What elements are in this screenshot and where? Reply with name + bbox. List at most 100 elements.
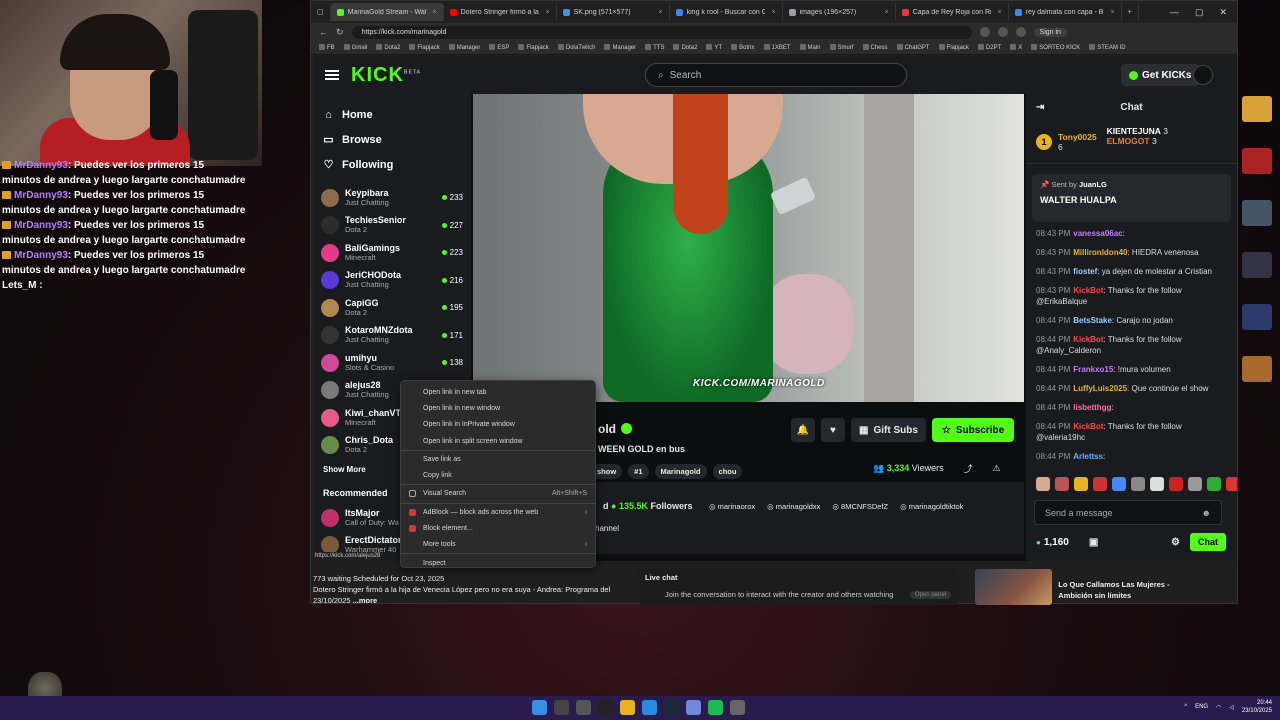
bookmark-item[interactable]: SORTEO KICK: [1031, 44, 1080, 51]
bookmark-item[interactable]: Flapjack: [409, 44, 439, 51]
gift-icon[interactable]: ▣: [1089, 537, 1098, 548]
streamer-name[interactable]: old: [598, 422, 632, 436]
follow-heart-button[interactable]: ♥: [821, 418, 845, 442]
close-tab-icon[interactable]: ×: [998, 9, 1002, 16]
chat-username[interactable]: KickBot: [1073, 422, 1103, 431]
context-menu-item[interactable]: Open link in InPrivate window: [401, 417, 595, 433]
wifi-icon[interactable]: ◠: [1216, 704, 1221, 711]
browser-tab[interactable]: images (196×257) ×: [783, 3, 896, 21]
collapse-chat-icon[interactable]: ⇥: [1036, 102, 1044, 113]
context-menu-item[interactable]: Block element...: [401, 520, 595, 536]
emoji-icon[interactable]: ☻: [1202, 508, 1211, 518]
social-link[interactable]: ◎ marinagoldxx: [767, 502, 820, 511]
bookmark-item[interactable]: Dota2: [673, 44, 697, 51]
share-icon[interactable]: ⤴: [964, 462, 973, 475]
bookmark-item[interactable]: Flapjack: [939, 44, 969, 51]
edge-icon[interactable]: [642, 700, 657, 715]
clock[interactable]: 20:44 23/10/2025: [1242, 699, 1272, 715]
bookmark-item[interactable]: Main: [800, 44, 821, 51]
chevron-up-icon[interactable]: ^: [1184, 704, 1187, 710]
close-tab-icon[interactable]: ×: [546, 9, 550, 16]
bookmark-item[interactable]: Manager: [449, 44, 481, 51]
context-menu-item[interactable]: Save link as: [401, 451, 595, 467]
bookmark-item[interactable]: ChatGPT: [897, 44, 930, 51]
bookmark-item[interactable]: Botrix: [731, 44, 754, 51]
context-menu-item[interactable]: Open link in split screen window: [401, 433, 595, 449]
channel-item[interactable]: JeriCHODota Just Chatting 216: [313, 267, 471, 295]
browser-tab[interactable]: Capa de Rey Roja con Ribete d ×: [896, 3, 1009, 21]
bookmark-item[interactable]: STEAM ID: [1089, 44, 1125, 51]
channel-item[interactable]: Keypibara Just Chatting 233: [313, 184, 471, 212]
video-player[interactable]: KICK.COM/MARINAGOLD: [473, 94, 1024, 402]
browser-tab[interactable]: SK.png (571×577) ×: [557, 3, 670, 21]
extension-icon[interactable]: [979, 27, 990, 37]
channel-item[interactable]: CapiGG Dota 2 195: [313, 294, 471, 322]
search-input[interactable]: ⌕ Search: [645, 63, 907, 87]
browser-tab[interactable]: Dotero Stringer firmó a la hija d ×: [444, 3, 557, 21]
task-view-icon[interactable]: [576, 700, 591, 715]
channel-item[interactable]: KotaroMNZdota Just Chatting 171: [313, 322, 471, 350]
bookmark-item[interactable]: Flapjack: [518, 44, 548, 51]
app-icon[interactable]: [1242, 148, 1272, 174]
chat-username[interactable]: BetsStake: [1073, 316, 1112, 325]
send-chat-button[interactable]: Chat: [1190, 533, 1226, 551]
bookmark-item[interactable]: YT: [706, 44, 722, 51]
language-indicator[interactable]: ENG: [1195, 704, 1208, 710]
app-icon[interactable]: [1242, 304, 1272, 330]
browser-tab[interactable]: MarinaGold Stream - Watch Liv ×: [330, 3, 444, 21]
search-icon[interactable]: [554, 700, 569, 715]
chat-username[interactable]: Frankxo15: [1073, 365, 1113, 374]
stream-tag[interactable]: chou: [712, 464, 743, 479]
chat-username[interactable]: fiostef: [1073, 267, 1097, 276]
bookmark-item[interactable]: 1XBET: [764, 44, 791, 51]
app-icon[interactable]: [598, 700, 613, 715]
tab-actions-icon[interactable]: ▢: [311, 3, 331, 21]
context-menu-item[interactable]: Open link in new tab: [401, 384, 595, 400]
maximize-icon[interactable]: ▢: [1195, 7, 1204, 18]
kicks-balance[interactable]: 1,160: [1036, 537, 1069, 548]
close-icon[interactable]: ✕: [1219, 7, 1227, 18]
avatar[interactable]: [1193, 65, 1213, 85]
folder-icon[interactable]: [620, 700, 635, 715]
channel-item[interactable]: TechiesSenior Dota 2 227: [313, 212, 471, 240]
sidebar-item-following[interactable]: ♡ Following: [323, 152, 461, 177]
spotify-icon[interactable]: [708, 700, 723, 715]
recommended-video[interactable]: Lo Que Callamos Las Mujeres - Ambición s…: [975, 569, 1205, 605]
social-link[interactable]: ◎ 8MCNFSDefZ: [832, 502, 888, 511]
sign-in-button[interactable]: Sign in: [1033, 27, 1067, 37]
bookmark-item[interactable]: ESP: [489, 44, 509, 51]
get-kicks-button[interactable]: Get KICKs: [1121, 64, 1200, 86]
context-menu-item[interactable]: Inspect: [401, 555, 595, 571]
start-icon[interactable]: [532, 700, 547, 715]
folder-icon[interactable]: [1242, 96, 1272, 122]
steam-icon[interactable]: [664, 700, 679, 715]
close-tab-icon[interactable]: ×: [772, 9, 776, 16]
subscribe-button[interactable]: ☆ Subscribe: [931, 418, 1015, 442]
minimize-icon[interactable]: —: [1170, 7, 1179, 18]
context-menu-item[interactable]: Visual Search Alt+Shift+S: [401, 486, 595, 502]
browser-tab[interactable]: king k rool - Buscar con Google ×: [670, 3, 783, 21]
bookmark-item[interactable]: FB: [319, 44, 335, 51]
bookmark-item[interactable]: X: [1010, 44, 1022, 51]
video-thumbnail[interactable]: [975, 569, 1053, 605]
extension-icon[interactable]: [997, 27, 1008, 37]
bookmark-item[interactable]: Chess: [863, 44, 888, 51]
channel-item[interactable]: BaliGamings Minecraft 223: [313, 239, 471, 267]
new-tab-icon[interactable]: +: [1122, 3, 1139, 21]
social-link[interactable]: ◎ marinagoldtiktok: [900, 502, 963, 511]
bookmark-item[interactable]: Gmail: [344, 44, 368, 51]
bookmark-item[interactable]: Dota2: [376, 44, 400, 51]
sidebar-item-browse[interactable]: ▭ Browse: [323, 127, 461, 152]
emote-bar[interactable]: [1036, 477, 1237, 491]
bookmark-item[interactable]: Smurf: [830, 44, 854, 51]
open-panel-button[interactable]: Open panel: [909, 591, 951, 599]
app-icon[interactable]: [730, 700, 745, 715]
chat-username[interactable]: LuffyLuis2025: [1073, 384, 1127, 393]
extension-icon[interactable]: [1015, 27, 1026, 37]
close-tab-icon[interactable]: ×: [885, 9, 889, 16]
channel-item[interactable]: umihyu Slots & Casino 138: [313, 349, 471, 377]
stream-tag[interactable]: Marinagold: [654, 464, 707, 479]
close-tab-icon[interactable]: ×: [433, 9, 437, 16]
discord-icon[interactable]: [686, 700, 701, 715]
menu-icon[interactable]: [325, 70, 339, 80]
